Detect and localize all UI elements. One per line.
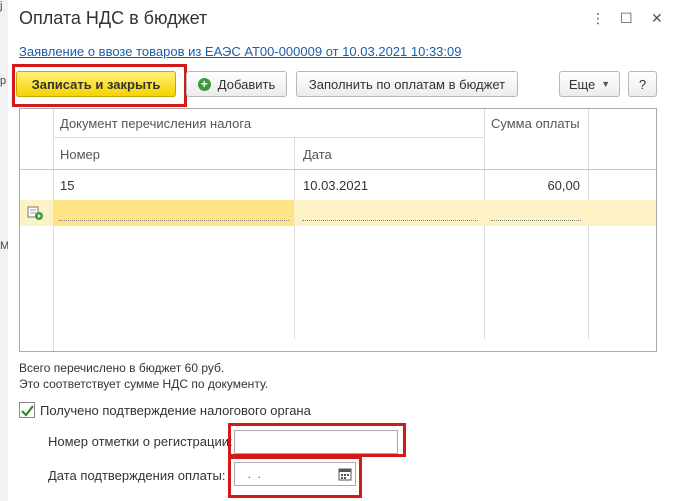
- new-row-icon: [27, 206, 43, 220]
- dialog-title: Оплата НДС в бюджет: [19, 8, 208, 28]
- column-header-sum[interactable]: Сумма оплаты: [491, 116, 580, 131]
- header-divider: [53, 137, 484, 138]
- pay-date-input[interactable]: . .: [234, 462, 356, 486]
- input-line: [491, 220, 581, 221]
- pay-date-mask: . .: [241, 467, 275, 481]
- background-fragment: M: [0, 240, 8, 252]
- more-actions-icon[interactable]: ⋮: [591, 10, 605, 27]
- confirmation-checkbox[interactable]: [19, 402, 35, 418]
- column-divider: [294, 137, 295, 339]
- column-header-number[interactable]: Номер: [60, 147, 100, 162]
- reg-number-label: Номер отметки о регистрации:: [48, 434, 233, 449]
- reg-number-input[interactable]: [234, 430, 398, 454]
- table-cell-date[interactable]: 10.03.2021: [303, 178, 368, 193]
- add-row-label: Добавить: [217, 76, 276, 92]
- vat-match-info-line: Это соответствует сумме НДС по документу…: [19, 377, 269, 391]
- confirmation-label[interactable]: Получено подтверждение налогового органа: [40, 403, 311, 418]
- fill-from-payments-button[interactable]: Заполнить по оплатам в бюджет: [296, 71, 518, 97]
- source-document-link[interactable]: Заявление о ввозе товаров из ЕАЭС АТ00-0…: [19, 44, 461, 59]
- add-row-button[interactable]: + Добавить: [186, 71, 287, 97]
- dialog-window: Оплата НДС в бюджет ⋮ ☐ ✕ Заявление о вв…: [8, 0, 674, 501]
- table-cell-sum[interactable]: 60,00: [490, 178, 580, 193]
- maximize-icon[interactable]: ☐: [620, 10, 633, 27]
- column-group-header: Документ перечисления налога: [60, 116, 252, 131]
- active-cell[interactable]: [53, 200, 294, 226]
- chevron-down-icon: ▼: [601, 79, 611, 89]
- more-label: Еще: [568, 76, 596, 92]
- header-bottom: [20, 169, 656, 170]
- table-cell-number[interactable]: 15: [60, 178, 74, 193]
- plus-circle-icon: +: [197, 77, 211, 91]
- total-info-line: Всего перечислено в бюджет 60 руб.: [19, 361, 225, 375]
- input-line: [302, 220, 478, 221]
- new-row[interactable]: [20, 200, 656, 226]
- background-fragment: j: [0, 0, 3, 12]
- input-line: [59, 220, 289, 221]
- column-header-date[interactable]: Дата: [303, 147, 332, 162]
- background-fragment: p: [0, 75, 7, 87]
- pay-date-label: Дата подтверждения оплаты:: [48, 468, 226, 483]
- help-button[interactable]: ?: [628, 71, 657, 97]
- more-dropdown-button[interactable]: Еще ▼: [559, 71, 620, 97]
- column-divider: [53, 109, 54, 351]
- save-and-close-button[interactable]: Записать и закрыть: [16, 71, 176, 97]
- calendar-icon[interactable]: [337, 466, 353, 482]
- payments-table[interactable]: Документ перечисления налога Номер Дата …: [19, 108, 657, 352]
- close-icon[interactable]: ✕: [651, 10, 663, 27]
- check-icon: [21, 405, 34, 417]
